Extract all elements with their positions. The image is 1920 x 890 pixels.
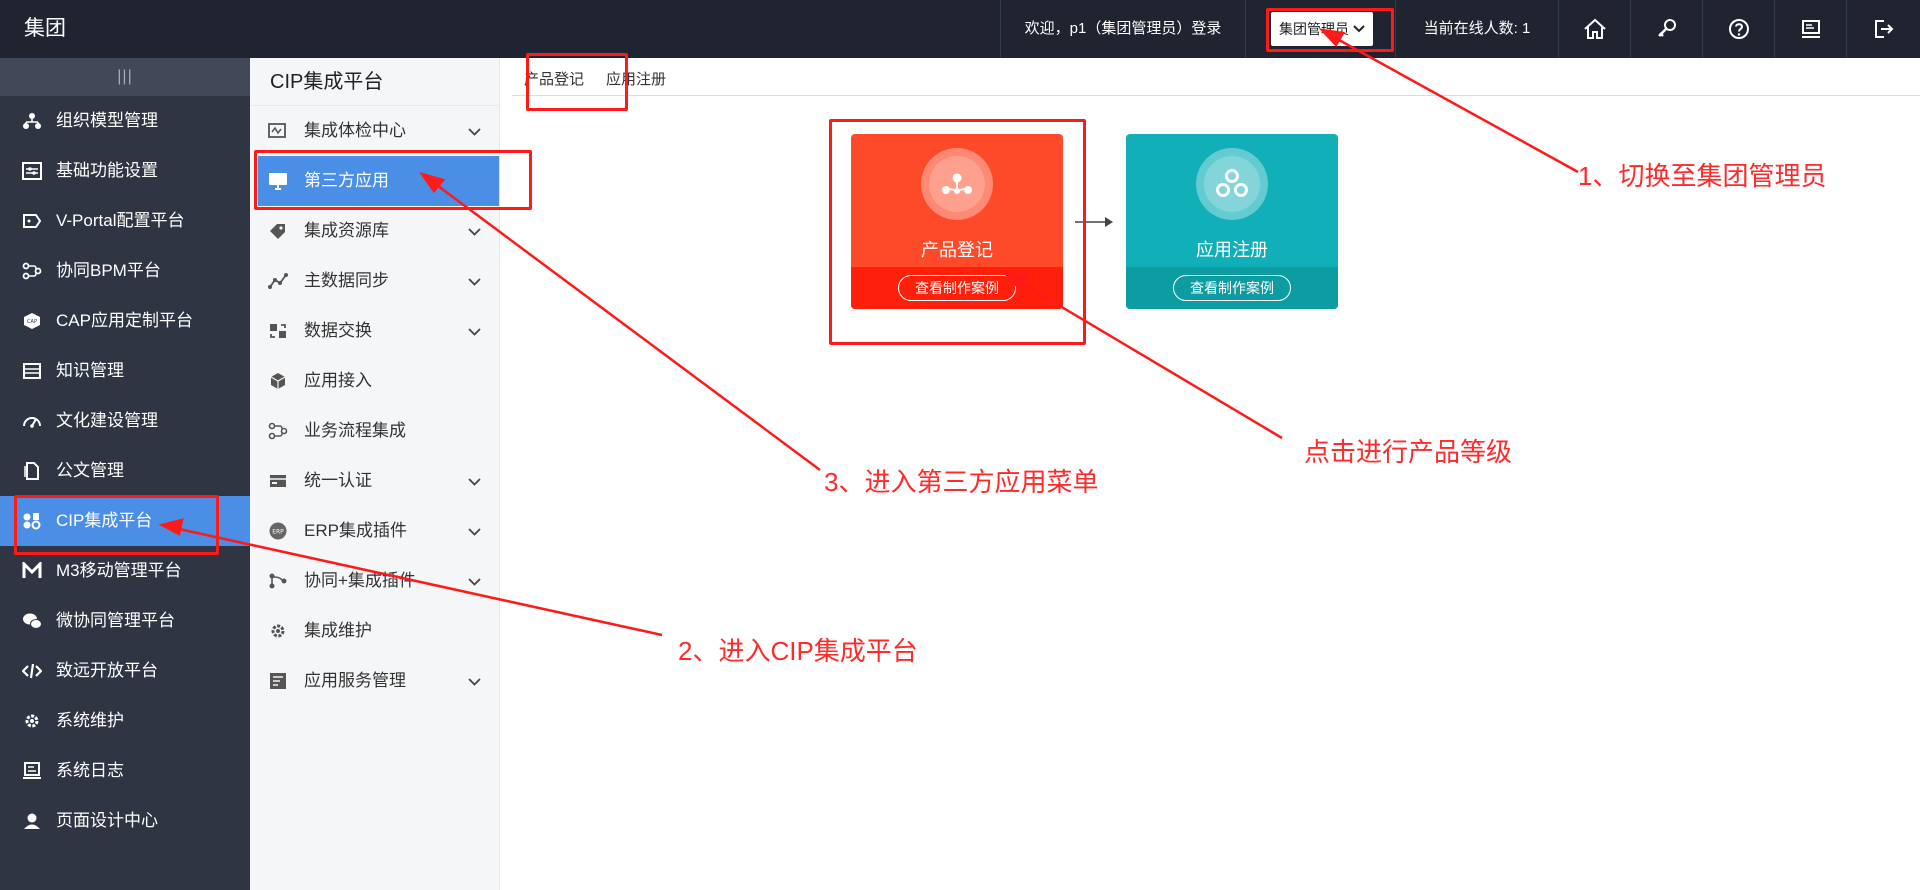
annotation-step3: 3、进入第三方应用菜单 xyxy=(824,467,1099,497)
annotation-step4: 点击进行产品等级 xyxy=(1304,437,1513,467)
annotation-step2: 2、进入CIP集成平台 xyxy=(678,636,918,666)
annotation-arrows xyxy=(158,28,1579,637)
annotation-step1: 1、切换至集团管理员 xyxy=(1578,161,1827,191)
